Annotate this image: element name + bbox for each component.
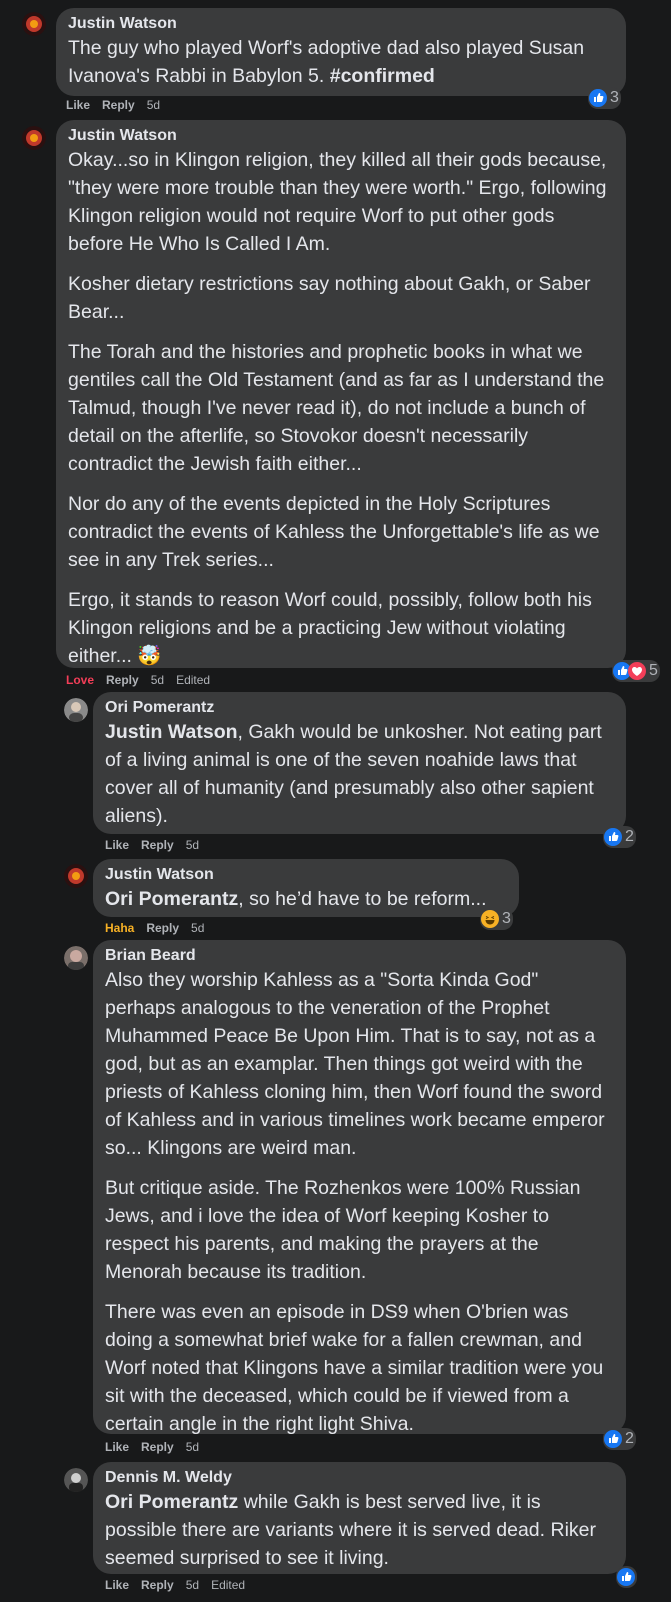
reaction-summary[interactable]: 3 (588, 87, 621, 109)
timestamp[interactable]: 5d (147, 98, 160, 112)
haha-reaction-icon (481, 910, 499, 928)
comment-actions: Like Reply 5d (105, 838, 199, 852)
paragraph: Ergo, it stands to reason Worf could, po… (68, 589, 592, 667)
like-button[interactable]: Like (105, 838, 129, 852)
like-button[interactable]: Like (105, 1578, 129, 1592)
reaction-summary[interactable]: 3 (480, 908, 513, 930)
love-button[interactable]: Love (66, 673, 94, 687)
haha-button[interactable]: Haha (105, 921, 134, 935)
paragraph: Also they worship Kahless as a "Sorta Ki… (105, 969, 605, 1159)
avatar-dennis-weldy[interactable] (64, 1468, 88, 1492)
timestamp[interactable]: 5d (191, 921, 204, 935)
edited-label[interactable]: Edited (176, 673, 210, 687)
like-reaction-icon (617, 1568, 635, 1586)
avatar-justin-watson[interactable] (64, 864, 88, 888)
comment-author[interactable]: Ori Pomerantz (105, 698, 614, 718)
reaction-count: 2 (625, 1430, 634, 1447)
mention-link[interactable]: Justin Watson (105, 721, 238, 743)
paragraph: Nor do any of the events depicted in the… (68, 493, 600, 571)
comment-bubble: Brian Beard Also they worship Kahless as… (93, 940, 626, 1435)
reaction-summary[interactable]: 2 (603, 826, 636, 848)
comment-author[interactable]: Justin Watson (68, 14, 614, 34)
paragraph: The Torah and the histories and propheti… (68, 341, 605, 475)
comment-author[interactable]: Dennis M. Weldy (105, 1468, 614, 1488)
avatar-justin-watson[interactable] (22, 12, 46, 36)
reaction-count: 3 (610, 89, 619, 106)
reaction-count: 3 (502, 910, 511, 927)
comment-text: Also they worship Kahless as a "Sorta Ki… (105, 966, 614, 1438)
avatar-brian-beard[interactable] (64, 946, 88, 970)
love-reaction-icon (628, 662, 646, 680)
reply-button[interactable]: Reply (146, 921, 179, 935)
paragraph: Kosher dietary restrictions say nothing … (68, 273, 591, 323)
reaction-summary[interactable]: 5 (612, 660, 660, 682)
comment-actions: Love Reply 5d Edited (66, 673, 210, 687)
reply-button[interactable]: Reply (141, 838, 174, 852)
comment-bubble: Dennis M. Weldy Ori Pomerantz while Gakh… (93, 1462, 626, 1574)
timestamp[interactable]: 5d (151, 673, 164, 687)
comment-text: Okay...so in Klingon religion, they kill… (68, 146, 614, 670)
comment-actions: Like Reply 5d (66, 98, 160, 112)
timestamp[interactable]: 5d (186, 1440, 199, 1454)
reply-button[interactable]: Reply (102, 98, 135, 112)
reaction-count: 2 (625, 828, 634, 845)
paragraph: Okay...so in Klingon religion, they kill… (68, 149, 607, 255)
comment-text: Ori Pomerantz while Gakh is best served … (105, 1491, 596, 1569)
comment-bubble: Justin Watson Okay...so in Klingon relig… (56, 120, 626, 668)
reply-button[interactable]: Reply (141, 1440, 174, 1454)
timestamp[interactable]: 5d (186, 838, 199, 852)
like-reaction-icon (589, 89, 607, 107)
like-button[interactable]: Like (105, 1440, 129, 1454)
paragraph: There was even an episode in DS9 when O'… (105, 1301, 604, 1435)
avatar-ori-pomerantz[interactable] (64, 698, 88, 722)
comment-text: Justin Watson, Gakh would be unkosher. N… (105, 721, 602, 827)
reply-button[interactable]: Reply (141, 1578, 174, 1592)
comment-author[interactable]: Brian Beard (105, 946, 614, 966)
reply-button[interactable]: Reply (106, 673, 139, 687)
like-reaction-icon (604, 1430, 622, 1448)
reaction-summary[interactable]: 2 (603, 1428, 636, 1450)
edited-label[interactable]: Edited (211, 1578, 245, 1592)
comment-bubble: Ori Pomerantz Justin Watson, Gakh would … (93, 692, 626, 834)
comment-bubble: Justin Watson The guy who played Worf's … (56, 8, 626, 96)
comment-text: Ori Pomerantz, so he’d have to be reform… (105, 888, 487, 910)
comment-actions: Like Reply 5d (105, 1440, 199, 1454)
mention-link[interactable]: Ori Pomerantz (105, 888, 238, 910)
comment-actions: Like Reply 5d Edited (105, 1578, 245, 1592)
like-button[interactable]: Like (66, 98, 90, 112)
comment-text: The guy who played Worf's adoptive dad a… (68, 37, 585, 87)
mention-link[interactable]: Ori Pomerantz (105, 1491, 238, 1513)
timestamp[interactable]: 5d (186, 1578, 199, 1592)
paragraph: But critique aside. The Rozhenkos were 1… (105, 1177, 581, 1283)
hashtag-link[interactable]: #confirmed (330, 65, 435, 87)
comment-actions: Haha Reply 5d (105, 921, 204, 935)
comment-author[interactable]: Justin Watson (105, 865, 507, 885)
reaction-count: 5 (649, 662, 658, 679)
like-reaction-icon (604, 828, 622, 846)
reaction-summary[interactable] (616, 1566, 637, 1588)
avatar-justin-watson[interactable] (22, 126, 46, 150)
comment-author[interactable]: Justin Watson (68, 126, 614, 146)
comment-bubble: Justin Watson Ori Pomerantz, so he’d hav… (93, 859, 519, 917)
